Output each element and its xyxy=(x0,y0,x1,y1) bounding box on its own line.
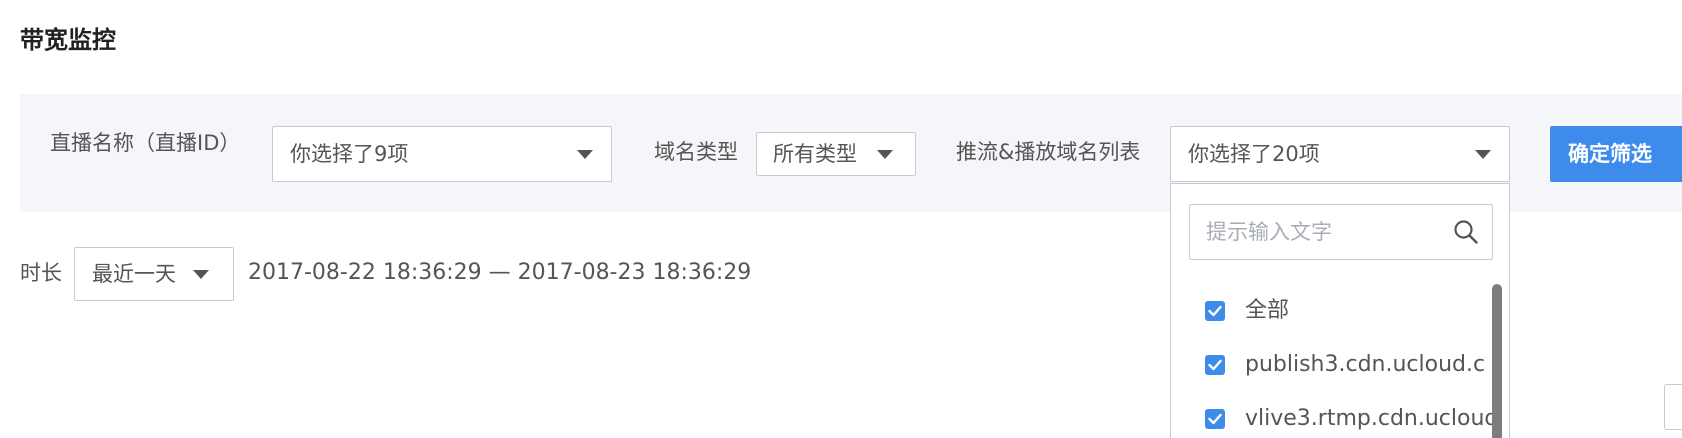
time-range-text: 2017-08-22 18:36:29 — 2017-08-23 18:36:2… xyxy=(248,260,752,285)
domain-list-select[interactable]: 你选择了20项 xyxy=(1170,126,1510,182)
checkbox-checked[interactable] xyxy=(1205,409,1225,429)
check-icon xyxy=(1208,305,1222,317)
check-icon xyxy=(1208,413,1222,425)
duration-label: 时长 xyxy=(20,261,62,285)
domain-list-dropdown: 全部 publish3.cdn.ucloud.c vlive3.rtmp.cdn… xyxy=(1170,183,1510,438)
live-name-label: 直播名称（直播ID） xyxy=(50,131,241,155)
live-name-select[interactable]: 你选择了9项 xyxy=(272,126,612,182)
dropdown-option-label: 全部 xyxy=(1245,298,1290,323)
dropdown-option-label: publish3.cdn.ucloud.c xyxy=(1245,352,1486,377)
caret-down-icon xyxy=(577,150,593,159)
dropdown-option-vlive3[interactable]: vlive3.rtmp.cdn.ucloud xyxy=(1205,402,1495,436)
domain-type-value: 所有类型 xyxy=(773,142,857,166)
domain-type-label: 域名类型 xyxy=(654,140,738,164)
live-name-value: 你选择了9项 xyxy=(290,142,409,166)
caret-down-icon xyxy=(193,270,209,279)
domain-list-value: 你选择了20项 xyxy=(1188,142,1320,166)
domain-list-label: 推流&播放域名列表 xyxy=(956,140,1141,164)
dropdown-option-publish3[interactable]: publish3.cdn.ucloud.c xyxy=(1205,348,1495,382)
caret-down-icon xyxy=(1475,150,1491,159)
search-icon[interactable] xyxy=(1452,218,1480,246)
dropdown-search-box[interactable] xyxy=(1189,204,1493,260)
duration-value: 最近一天 xyxy=(92,262,176,286)
caret-down-icon xyxy=(877,150,893,159)
dropdown-scrollbar-thumb[interactable] xyxy=(1492,284,1502,438)
dropdown-option-label: vlive3.rtmp.cdn.ucloud xyxy=(1245,406,1495,431)
page-title: 带宽监控 xyxy=(20,26,116,54)
duration-select[interactable]: 最近一天 xyxy=(74,247,234,301)
dropdown-search-input[interactable] xyxy=(1206,217,1446,247)
domain-type-select[interactable]: 所有类型 xyxy=(756,132,916,176)
dropdown-option-all[interactable]: 全部 xyxy=(1205,294,1495,328)
checkbox-checked[interactable] xyxy=(1205,301,1225,321)
partial-control-edge xyxy=(1664,384,1682,430)
checkbox-checked[interactable] xyxy=(1205,355,1225,375)
confirm-filter-button[interactable]: 确定筛选 xyxy=(1550,126,1682,182)
check-icon xyxy=(1208,359,1222,371)
